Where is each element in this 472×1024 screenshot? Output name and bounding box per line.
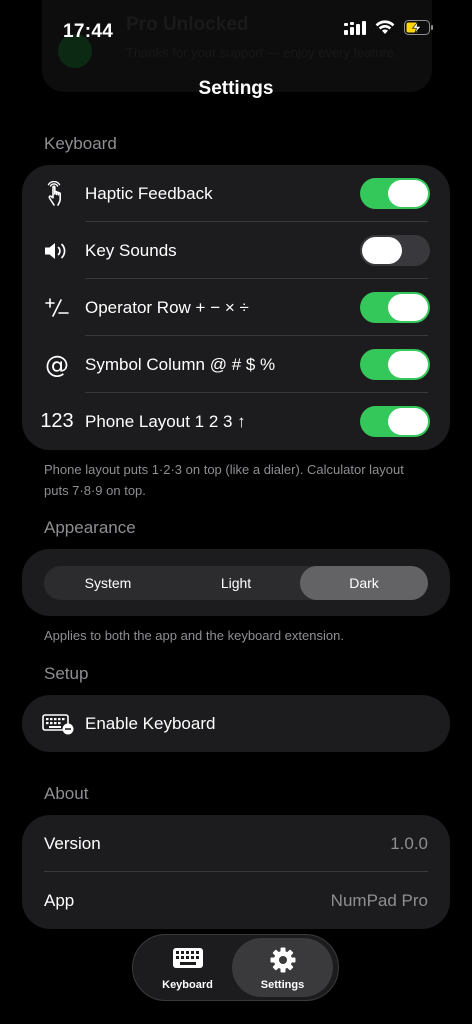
haptic-feedback-label: Haptic Feedback	[85, 184, 213, 203]
operator-row-row: Operator Row + − × ÷	[22, 279, 450, 336]
version-value: 1.0.0	[390, 834, 428, 853]
phone-layout-toggle[interactable]	[360, 406, 430, 437]
tab-settings[interactable]: Settings	[232, 938, 333, 997]
appearance-option-dark[interactable]: Dark	[300, 566, 428, 600]
appearance-option-light[interactable]: Light	[172, 566, 300, 600]
phone-layout-row: 123 Phone Layout 1 2 3 ↑	[22, 393, 450, 450]
gear-icon	[232, 947, 333, 973]
keyboard-icon	[137, 947, 238, 971]
at-sign-icon: @	[45, 350, 69, 379]
app-label: App	[44, 891, 75, 910]
version-label: Version	[44, 834, 101, 853]
key-sounds-row: Key Sounds	[22, 222, 450, 279]
phone-layout-label: Phone Layout 1 2 3 ↑	[85, 412, 246, 431]
appearance-footnote: Applies to both the app and the keyboard…	[44, 628, 344, 643]
tab-keyboard-label: Keyboard	[162, 979, 213, 991]
enable-keyboard-row[interactable]: Enable Keyboard	[22, 695, 450, 752]
symbol-column-label: Symbol Column @ # $ %	[85, 355, 276, 374]
enable-keyboard-label: Enable Keyboard	[85, 714, 216, 733]
numbers-icon: 123	[36, 393, 78, 450]
app-row: App NumPad Pro	[22, 872, 450, 929]
haptic-feedback-row: Haptic Feedback	[22, 165, 450, 222]
app-value: NumPad Pro	[330, 891, 428, 910]
symbol-column-row: @ Symbol Column @ # $ %	[22, 336, 450, 393]
operator-row-toggle[interactable]	[360, 292, 430, 323]
setup-section-header: Setup	[44, 664, 89, 683]
appearance-card: System Light Dark	[22, 549, 450, 616]
about-section-header: About	[44, 784, 89, 803]
about-card: Version 1.0.0 App NumPad Pro	[22, 815, 450, 929]
numbers-icon-text: 123	[40, 410, 74, 432]
status-time: 17:44	[63, 21, 114, 42]
tab-keyboard[interactable]: Keyboard	[137, 938, 238, 997]
operator-row-label: Operator Row + − × ÷	[85, 298, 249, 317]
tab-bar: Keyboard Settings	[132, 934, 339, 1001]
keyboard-footnote: Phone layout puts 1·2·3 on top (like a d…	[44, 462, 404, 498]
wifi-icon	[375, 20, 395, 34]
keyboard-badge-icon	[40, 695, 76, 752]
keyboard-section-header: Keyboard	[44, 134, 117, 153]
version-row: Version 1.0.0	[22, 815, 450, 872]
tab-settings-label: Settings	[260, 979, 305, 991]
status-bar: 17:44	[0, 0, 472, 64]
key-sounds-toggle[interactable]	[360, 235, 430, 266]
setup-card: Enable Keyboard	[22, 695, 450, 752]
appearance-segmented-control: System Light Dark	[44, 566, 428, 600]
hand-tap-icon	[40, 165, 74, 222]
cellular-signal-icon	[344, 20, 366, 35]
speaker-icon	[40, 222, 74, 279]
plus-minus-icon	[40, 279, 74, 336]
symbol-column-toggle[interactable]	[360, 349, 430, 380]
appearance-section-header: Appearance	[44, 518, 136, 537]
haptic-feedback-toggle[interactable]	[360, 178, 430, 209]
appearance-option-system[interactable]: System	[44, 566, 172, 600]
battery-charging-icon	[404, 20, 433, 35]
page-title: Settings	[198, 78, 274, 99]
keyboard-settings-card: Haptic Feedback Key Sounds Operator Row …	[22, 165, 450, 450]
key-sounds-label: Key Sounds	[85, 241, 177, 260]
